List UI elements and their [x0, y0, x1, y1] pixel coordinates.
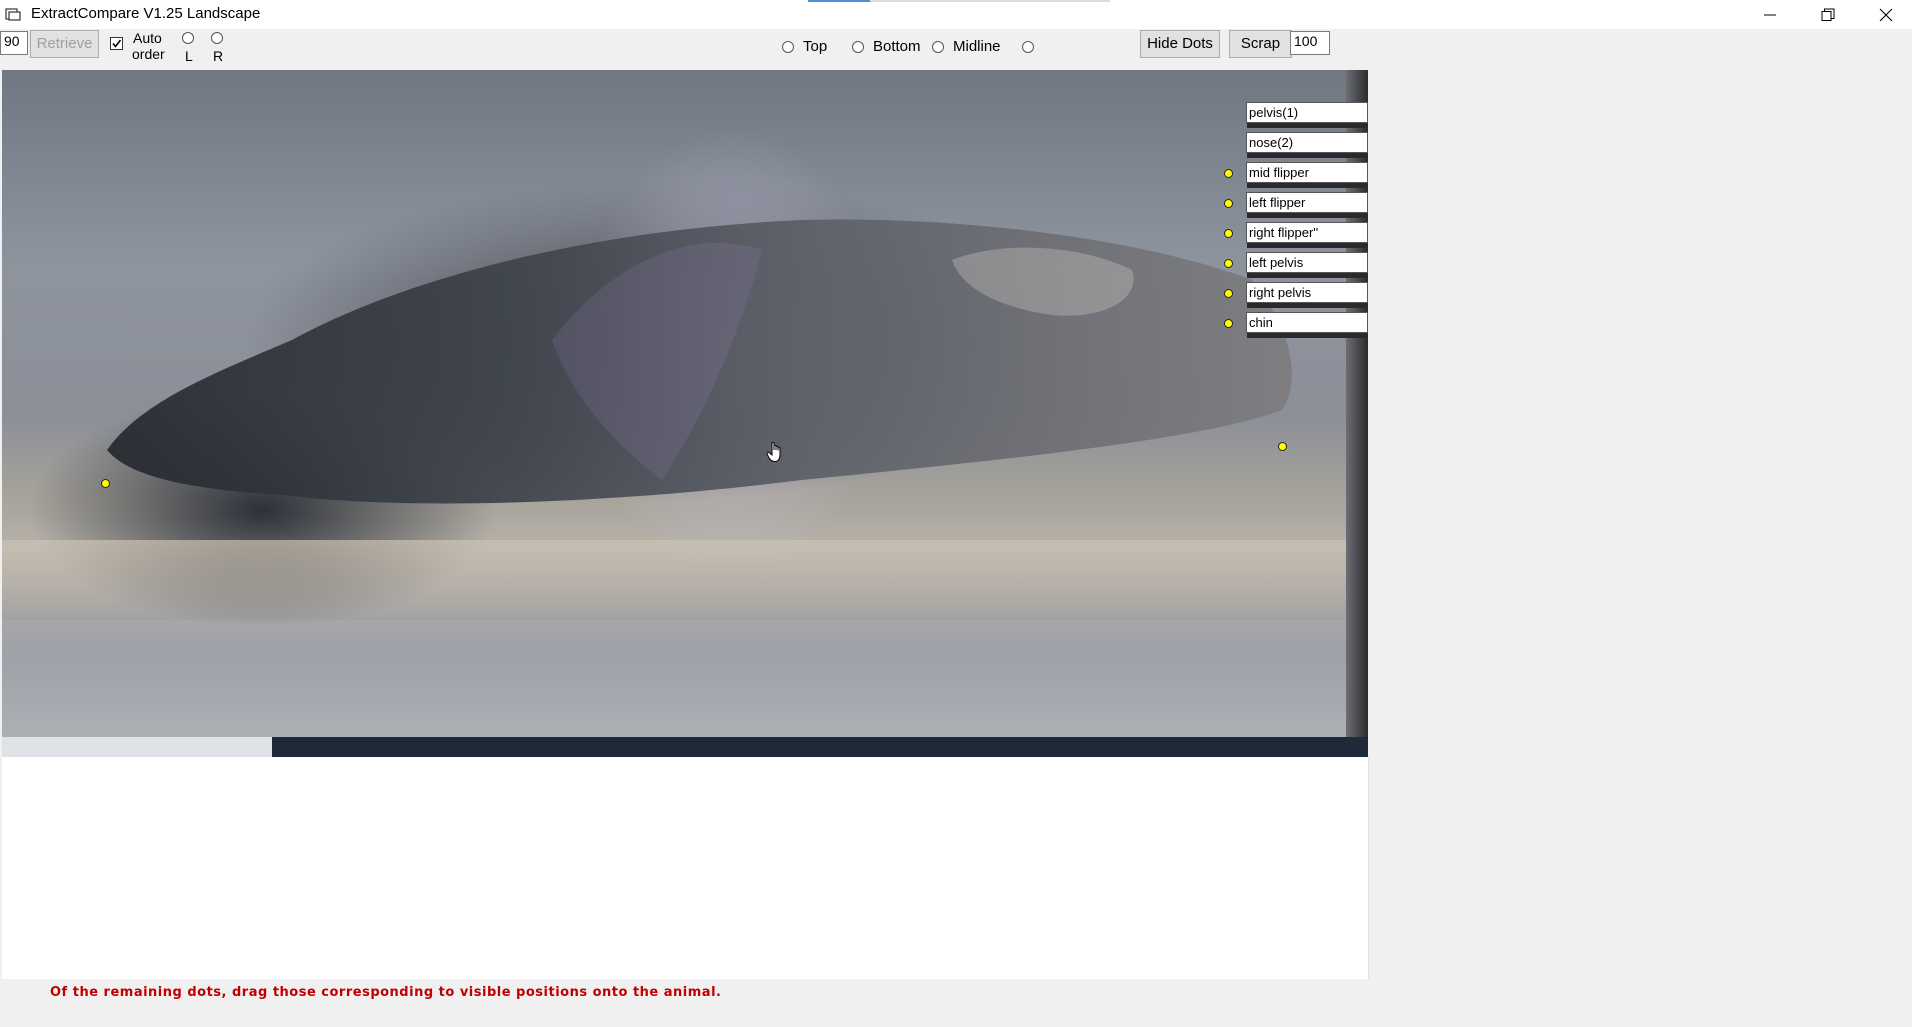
point-label-right-pelvis[interactable]: right pelvis: [1246, 282, 1368, 308]
title-bar: ExtractCompare V1.25 Landscape: [0, 0, 1912, 29]
angle-input[interactable]: 90: [0, 31, 28, 55]
status-message: Of the remaining dots, drag those corres…: [50, 985, 722, 1000]
right-flipper-dot[interactable]: [1224, 229, 1233, 238]
view-top-radio[interactable]: [782, 41, 794, 53]
checkmark-icon: [112, 39, 122, 48]
left-flipper-dot[interactable]: [1224, 199, 1233, 208]
close-icon: [1879, 8, 1893, 21]
hand-cursor-icon: [766, 441, 781, 463]
nose-point-dot[interactable]: [101, 479, 110, 488]
point-label-pelvis[interactable]: pelvis(1): [1246, 102, 1368, 128]
right-pelvis-dot[interactable]: [1224, 289, 1233, 298]
hide-dots-button[interactable]: Hide Dots: [1140, 30, 1220, 58]
side-left-label: L: [185, 48, 193, 64]
captured-taskbar-strip: [2, 737, 1368, 757]
point-label-left-flipper[interactable]: left flipper: [1246, 192, 1368, 218]
restore-icon: [1821, 8, 1835, 21]
side-right-radio[interactable]: [211, 32, 223, 44]
view-bottom-label: Bottom: [873, 38, 921, 55]
point-label-right-flipper[interactable]: right flipper'': [1246, 222, 1368, 248]
auto-order-label-line1: Auto: [133, 30, 162, 46]
minimize-button[interactable]: [1741, 0, 1799, 29]
retrieve-button[interactable]: Retrieve: [30, 30, 99, 58]
scale-input[interactable]: 100: [1290, 31, 1330, 55]
point-label-nose[interactable]: nose(2): [1246, 132, 1368, 158]
view-top-label: Top: [803, 38, 828, 55]
auto-order-label-line2: order: [132, 46, 165, 62]
lower-output-pane: [2, 757, 1369, 979]
water-foam: [2, 540, 1368, 620]
title-accent-bar-secondary: [870, 0, 1110, 2]
view-midline-label: Midline: [953, 38, 1001, 55]
view-bottom-radio[interactable]: [852, 41, 864, 53]
seal-image: [107, 219, 1292, 504]
left-pelvis-dot[interactable]: [1224, 259, 1233, 268]
close-button[interactable]: [1857, 0, 1912, 29]
auto-order-checkbox[interactable]: [110, 37, 123, 50]
side-right-label: R: [213, 48, 224, 64]
side-left-radio[interactable]: [182, 32, 194, 44]
point-label-left-pelvis[interactable]: left pelvis: [1246, 252, 1368, 278]
title-accent-bar: [808, 0, 870, 2]
window-title: ExtractCompare V1.25 Landscape: [31, 5, 261, 22]
toolbar: 90 Retrieve Auto order L R Top Bottom Mi…: [0, 29, 1912, 70]
pelvis-point-dot[interactable]: [1278, 442, 1287, 451]
minimize-icon: [1764, 14, 1776, 15]
view-midline-radio[interactable]: [932, 41, 944, 53]
point-label-mid-flipper[interactable]: mid flipper: [1246, 162, 1368, 188]
mid-flipper-dot[interactable]: [1224, 169, 1233, 178]
app-icon: [5, 8, 21, 21]
chin-dot[interactable]: [1224, 319, 1233, 328]
scrap-button[interactable]: Scrap: [1229, 30, 1292, 58]
point-label-chin[interactable]: chin: [1246, 312, 1368, 338]
animal-photo-canvas[interactable]: [2, 70, 1368, 757]
view-other-radio[interactable]: [1022, 41, 1034, 53]
restore-button[interactable]: [1799, 0, 1857, 29]
